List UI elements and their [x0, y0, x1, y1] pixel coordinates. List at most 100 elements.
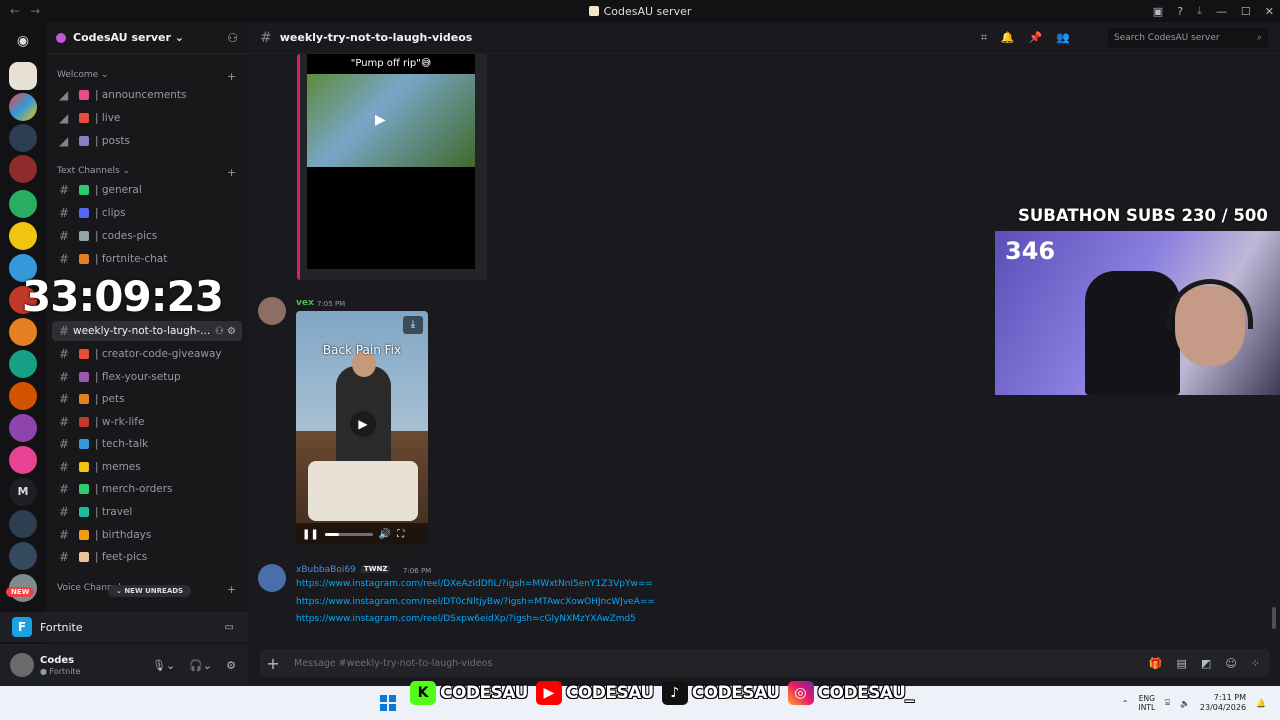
channel-codes-pics[interactable]: # | codes-pics — [52, 226, 242, 246]
chevron-up-icon[interactable]: ⌃ — [1122, 699, 1129, 708]
volume-icon[interactable]: 🔊 — [379, 529, 391, 540]
channel-w-rk-life[interactable]: # | w-rk-life — [52, 412, 242, 432]
play-icon[interactable]: ▶ — [375, 112, 386, 128]
channel-fortnite-chat[interactable]: # | fortnite-chat — [52, 249, 242, 269]
user-status: ● Fortnite — [40, 666, 81, 676]
gift-icon[interactable]: 🎁 — [1149, 657, 1163, 670]
channel-emoji-icon — [79, 462, 89, 472]
server-icon-2[interactable] — [9, 93, 37, 121]
headphones-icon[interactable]: 🎧⌄ — [189, 659, 212, 672]
channel-merch-orders[interactable]: # | merch-orders — [52, 479, 242, 499]
embedded-video[interactable]: "Pump off rip"😅 ▶ — [307, 54, 475, 269]
avatar[interactable] — [10, 653, 34, 677]
server-icon-15[interactable] — [9, 542, 37, 570]
server-icon-9[interactable] — [9, 318, 37, 346]
minimize-button[interactable]: — — [1216, 5, 1227, 18]
windows-start-icon[interactable] — [380, 695, 396, 711]
channel-emoji-icon — [79, 90, 89, 100]
server-icon-3[interactable] — [9, 124, 37, 152]
avatar[interactable] — [258, 297, 286, 325]
channel-general[interactable]: # | general — [52, 180, 242, 200]
server-icon-m[interactable]: M — [9, 478, 37, 506]
scrollbar[interactable] — [1272, 607, 1276, 629]
pause-icon[interactable]: ❚❚ — [302, 529, 319, 540]
category-welcome[interactable]: Welcome ⌄ + — [57, 70, 236, 83]
new-unreads-button[interactable]: ⌄ NEW UNREADS — [108, 585, 192, 597]
channel-pets[interactable]: # | pets — [52, 389, 242, 409]
server-icon-13[interactable] — [9, 446, 37, 474]
screen-share-icon[interactable]: ▣ — [1153, 5, 1163, 18]
sticker-icon[interactable]: ◩ — [1201, 657, 1211, 670]
channel-travel[interactable]: # | travel — [52, 502, 242, 522]
channel-flex-your-setup[interactable]: # | flex-your-setup — [52, 367, 242, 387]
maximize-button[interactable]: ☐ — [1241, 5, 1251, 18]
gif-icon[interactable]: ▤ — [1177, 657, 1187, 670]
download-icon[interactable]: ⤓ — [1197, 4, 1202, 18]
server-icon-1[interactable] — [9, 62, 37, 90]
new-badge: NEW — [6, 587, 35, 597]
add-user-icon[interactable]: ⚇ — [227, 31, 238, 45]
video-player[interactable]: Back Pain Fix ⤓ ▶ ❚❚ 🔊 ⛶ — [296, 311, 428, 545]
channel-live[interactable]: ◢ | live — [52, 108, 242, 128]
message-link[interactable]: https://www.instagram.com/reel/DSxpw6eid… — [296, 614, 636, 624]
message-composer[interactable]: + Message #weekly-try-not-to-laugh-video… — [260, 649, 1270, 677]
channel-birthdays[interactable]: # | birthdays — [52, 525, 242, 545]
window-titlebar: ← → CodesAU server ▣ ? ⤓ — ☐ ✕ — [0, 0, 1280, 22]
member-list-icon[interactable]: 👥 — [1056, 31, 1070, 45]
server-header[interactable]: CodesAU server ⌄ ⚇ — [46, 22, 248, 54]
server-icon-6[interactable] — [9, 222, 37, 250]
add-channel-icon[interactable]: + — [227, 166, 236, 179]
channel-clips[interactable]: # | clips — [52, 203, 242, 223]
channel-memes[interactable]: # | memes — [52, 457, 242, 477]
clock[interactable]: 7:11 PM 23/04/2026 — [1200, 693, 1246, 713]
download-icon[interactable]: ⤓ — [403, 316, 423, 334]
network-icon[interactable]: ⌸ — [1165, 698, 1170, 708]
video-progress-bar[interactable] — [324, 532, 373, 536]
channel-announcements[interactable]: ◢ | announcements — [52, 85, 242, 105]
add-attachment-icon[interactable]: + — [260, 654, 286, 673]
pin-icon[interactable]: 📌 — [1029, 31, 1043, 45]
hash-icon: # — [59, 415, 70, 429]
fullscreen-icon[interactable]: ⛶ — [397, 529, 404, 540]
channel-posts[interactable]: ◢ | posts — [52, 131, 242, 151]
notification-icon[interactable]: 🔔 — [1256, 699, 1266, 708]
threads-icon[interactable]: ⌗ — [981, 31, 987, 45]
add-channel-icon[interactable]: + — [227, 583, 236, 596]
channel-creator-code-giveaway[interactable]: # | creator-code-giveaway — [52, 344, 242, 364]
channel-tech-talk[interactable]: # | tech-talk — [52, 434, 242, 454]
message-input[interactable]: Message #weekly-try-not-to-laugh-videos — [294, 658, 492, 669]
close-button[interactable]: ✕ — [1265, 5, 1274, 18]
add-channel-icon[interactable]: + — [227, 70, 236, 83]
play-icon[interactable]: ▶ — [350, 411, 376, 437]
category-text-channels[interactable]: Text Channels ⌄ + — [57, 166, 236, 179]
channel-emoji-icon — [79, 417, 89, 427]
channel-emoji-icon — [79, 552, 89, 562]
apps-icon[interactable]: ⁘ — [1251, 657, 1260, 670]
server-icon-5[interactable] — [9, 190, 37, 218]
server-icon-11[interactable] — [9, 382, 37, 410]
message-author[interactable]: vex — [296, 298, 314, 308]
avatar[interactable] — [258, 564, 286, 592]
hash-icon: # — [59, 183, 70, 197]
server-icon-12[interactable] — [9, 414, 37, 442]
server-icon-4[interactable] — [9, 155, 37, 183]
activity-popout-icon[interactable]: ▭ — [225, 622, 234, 633]
volume-icon[interactable]: 🔈 — [1180, 699, 1190, 708]
notification-bell-icon[interactable]: 🔔 — [1001, 31, 1015, 45]
microphone-icon[interactable]: 🎙⌄ — [152, 659, 175, 672]
server-icon-10[interactable] — [9, 350, 37, 378]
language-indicator[interactable]: ENG INTL — [1139, 694, 1156, 712]
help-icon[interactable]: ? — [1177, 5, 1183, 18]
message-link[interactable]: https://www.instagram.com/reel/DT0cNltjy… — [296, 597, 655, 607]
server-icon-14[interactable] — [9, 510, 37, 538]
message-author[interactable]: xBubbaBoi69 — [296, 565, 356, 575]
emoji-icon[interactable]: ☺ — [1225, 657, 1236, 670]
channel-weekly-try-not-to-laugh[interactable]: # weekly-try-not-to-laugh-... ⚇ ⚙ — [52, 321, 242, 341]
message-link[interactable]: https://www.instagram.com/reel/DXeAzIdDf… — [296, 579, 653, 589]
settings-gear-icon[interactable]: ⚙ — [226, 659, 236, 672]
channel-settings-icon[interactable]: ⚇ ⚙ — [215, 326, 236, 337]
channel-feet-pics[interactable]: # | feet-pics — [52, 547, 242, 567]
discord-home-icon[interactable]: ◉ — [9, 27, 37, 55]
activity-bar[interactable]: F Fortnite ▭ — [0, 612, 248, 642]
search-input[interactable]: Search CodesAU server ⌕ — [1108, 28, 1268, 48]
